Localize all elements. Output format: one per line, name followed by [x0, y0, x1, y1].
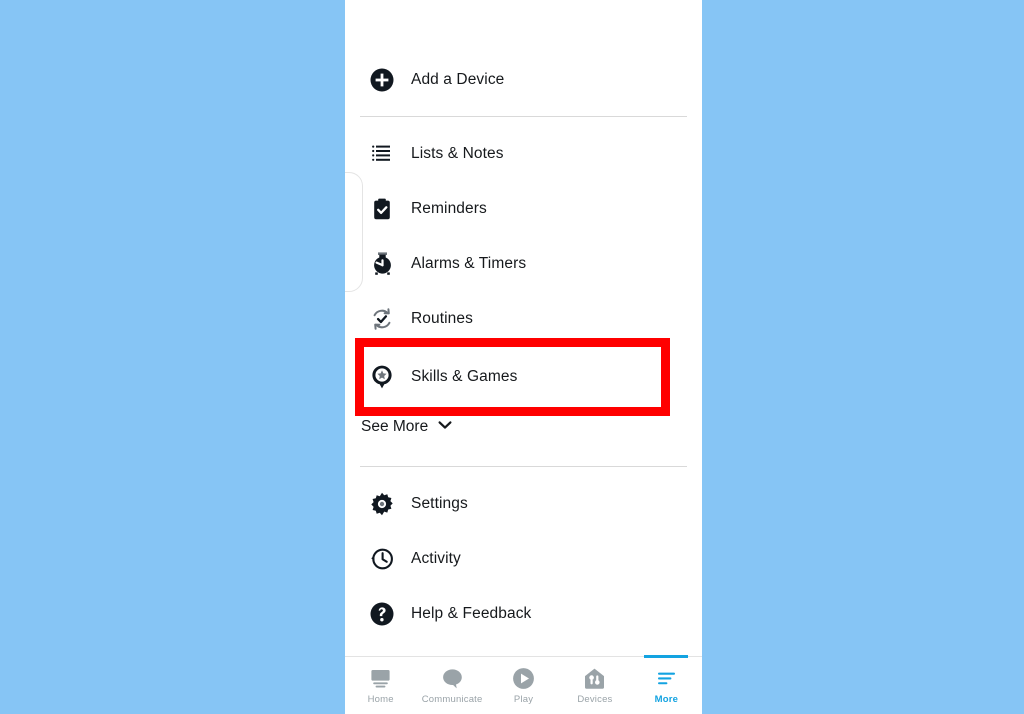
more-menu-list: Add a Device Lists & Notes Reminders Ala… — [345, 0, 702, 641]
tab-label: Devices — [577, 694, 613, 705]
speech-bubble-icon — [439, 665, 465, 691]
menu-item-label: Activity — [411, 549, 461, 567]
menu-item-label: Lists & Notes — [411, 144, 504, 162]
active-tab-indicator — [644, 655, 689, 658]
menu-item-help-and-feedback[interactable]: Help & Feedback — [345, 586, 702, 641]
menu-item-label: Add a Device — [411, 70, 505, 88]
clock-history-icon — [367, 544, 397, 574]
menu-item-reminders[interactable]: Reminders — [345, 181, 702, 236]
gear-icon — [367, 489, 397, 519]
menu-item-label: Reminders — [411, 199, 487, 217]
tab-label: Home — [367, 694, 394, 705]
menu-item-activity[interactable]: Activity — [345, 531, 702, 586]
menu-item-lists-and-notes[interactable]: Lists & Notes — [345, 126, 702, 181]
see-more-label: See More — [361, 418, 429, 435]
tab-label: Communicate — [421, 694, 483, 705]
tab-devices[interactable]: Devices — [559, 657, 630, 714]
menu-item-add-a-device[interactable]: Add a Device — [345, 52, 702, 107]
menu-item-label: Help & Feedback — [411, 604, 532, 622]
tab-home[interactable]: Home — [345, 657, 416, 714]
menu-divider-bottom — [360, 466, 687, 467]
echo-show-icon — [368, 665, 394, 691]
clipboard-check-icon — [367, 194, 397, 224]
tab-communicate[interactable]: Communicate — [416, 657, 487, 714]
menu-item-alarms-and-timers[interactable]: Alarms & Timers — [345, 236, 702, 291]
phone-screen-panel: Add a Device Lists & Notes Reminders Ala… — [345, 0, 702, 714]
menu-item-skills-and-games[interactable]: Skills & Games — [345, 346, 702, 408]
house-toggle-icon — [582, 665, 608, 691]
tab-play[interactable]: Play — [488, 657, 559, 714]
tab-label: Play — [513, 694, 534, 705]
alarm-clock-icon — [367, 249, 397, 279]
menu-item-routines[interactable]: Routines — [345, 291, 702, 346]
chevron-down-icon — [437, 417, 453, 438]
refresh-check-icon — [367, 304, 397, 334]
menu-item-label: Settings — [411, 494, 468, 512]
hamburger-lines-icon — [653, 665, 679, 691]
play-circle-icon — [511, 665, 537, 691]
bottom-tab-bar: Home Communicate Play Devices More — [345, 655, 702, 714]
menu-item-label: Routines — [411, 309, 473, 327]
plus-circle-icon — [367, 65, 397, 95]
list-lines-icon — [367, 139, 397, 169]
pin-star-icon — [367, 362, 397, 392]
menu-item-label: Alarms & Timers — [411, 254, 527, 272]
menu-item-settings[interactable]: Settings — [345, 476, 702, 531]
tab-more[interactable]: More — [631, 655, 702, 714]
menu-item-label: Skills & Games — [411, 368, 518, 385]
see-more-toggle[interactable]: See More — [345, 410, 702, 444]
tab-label: More — [654, 694, 679, 705]
question-circle-icon — [367, 599, 397, 629]
menu-divider-top — [360, 116, 687, 117]
